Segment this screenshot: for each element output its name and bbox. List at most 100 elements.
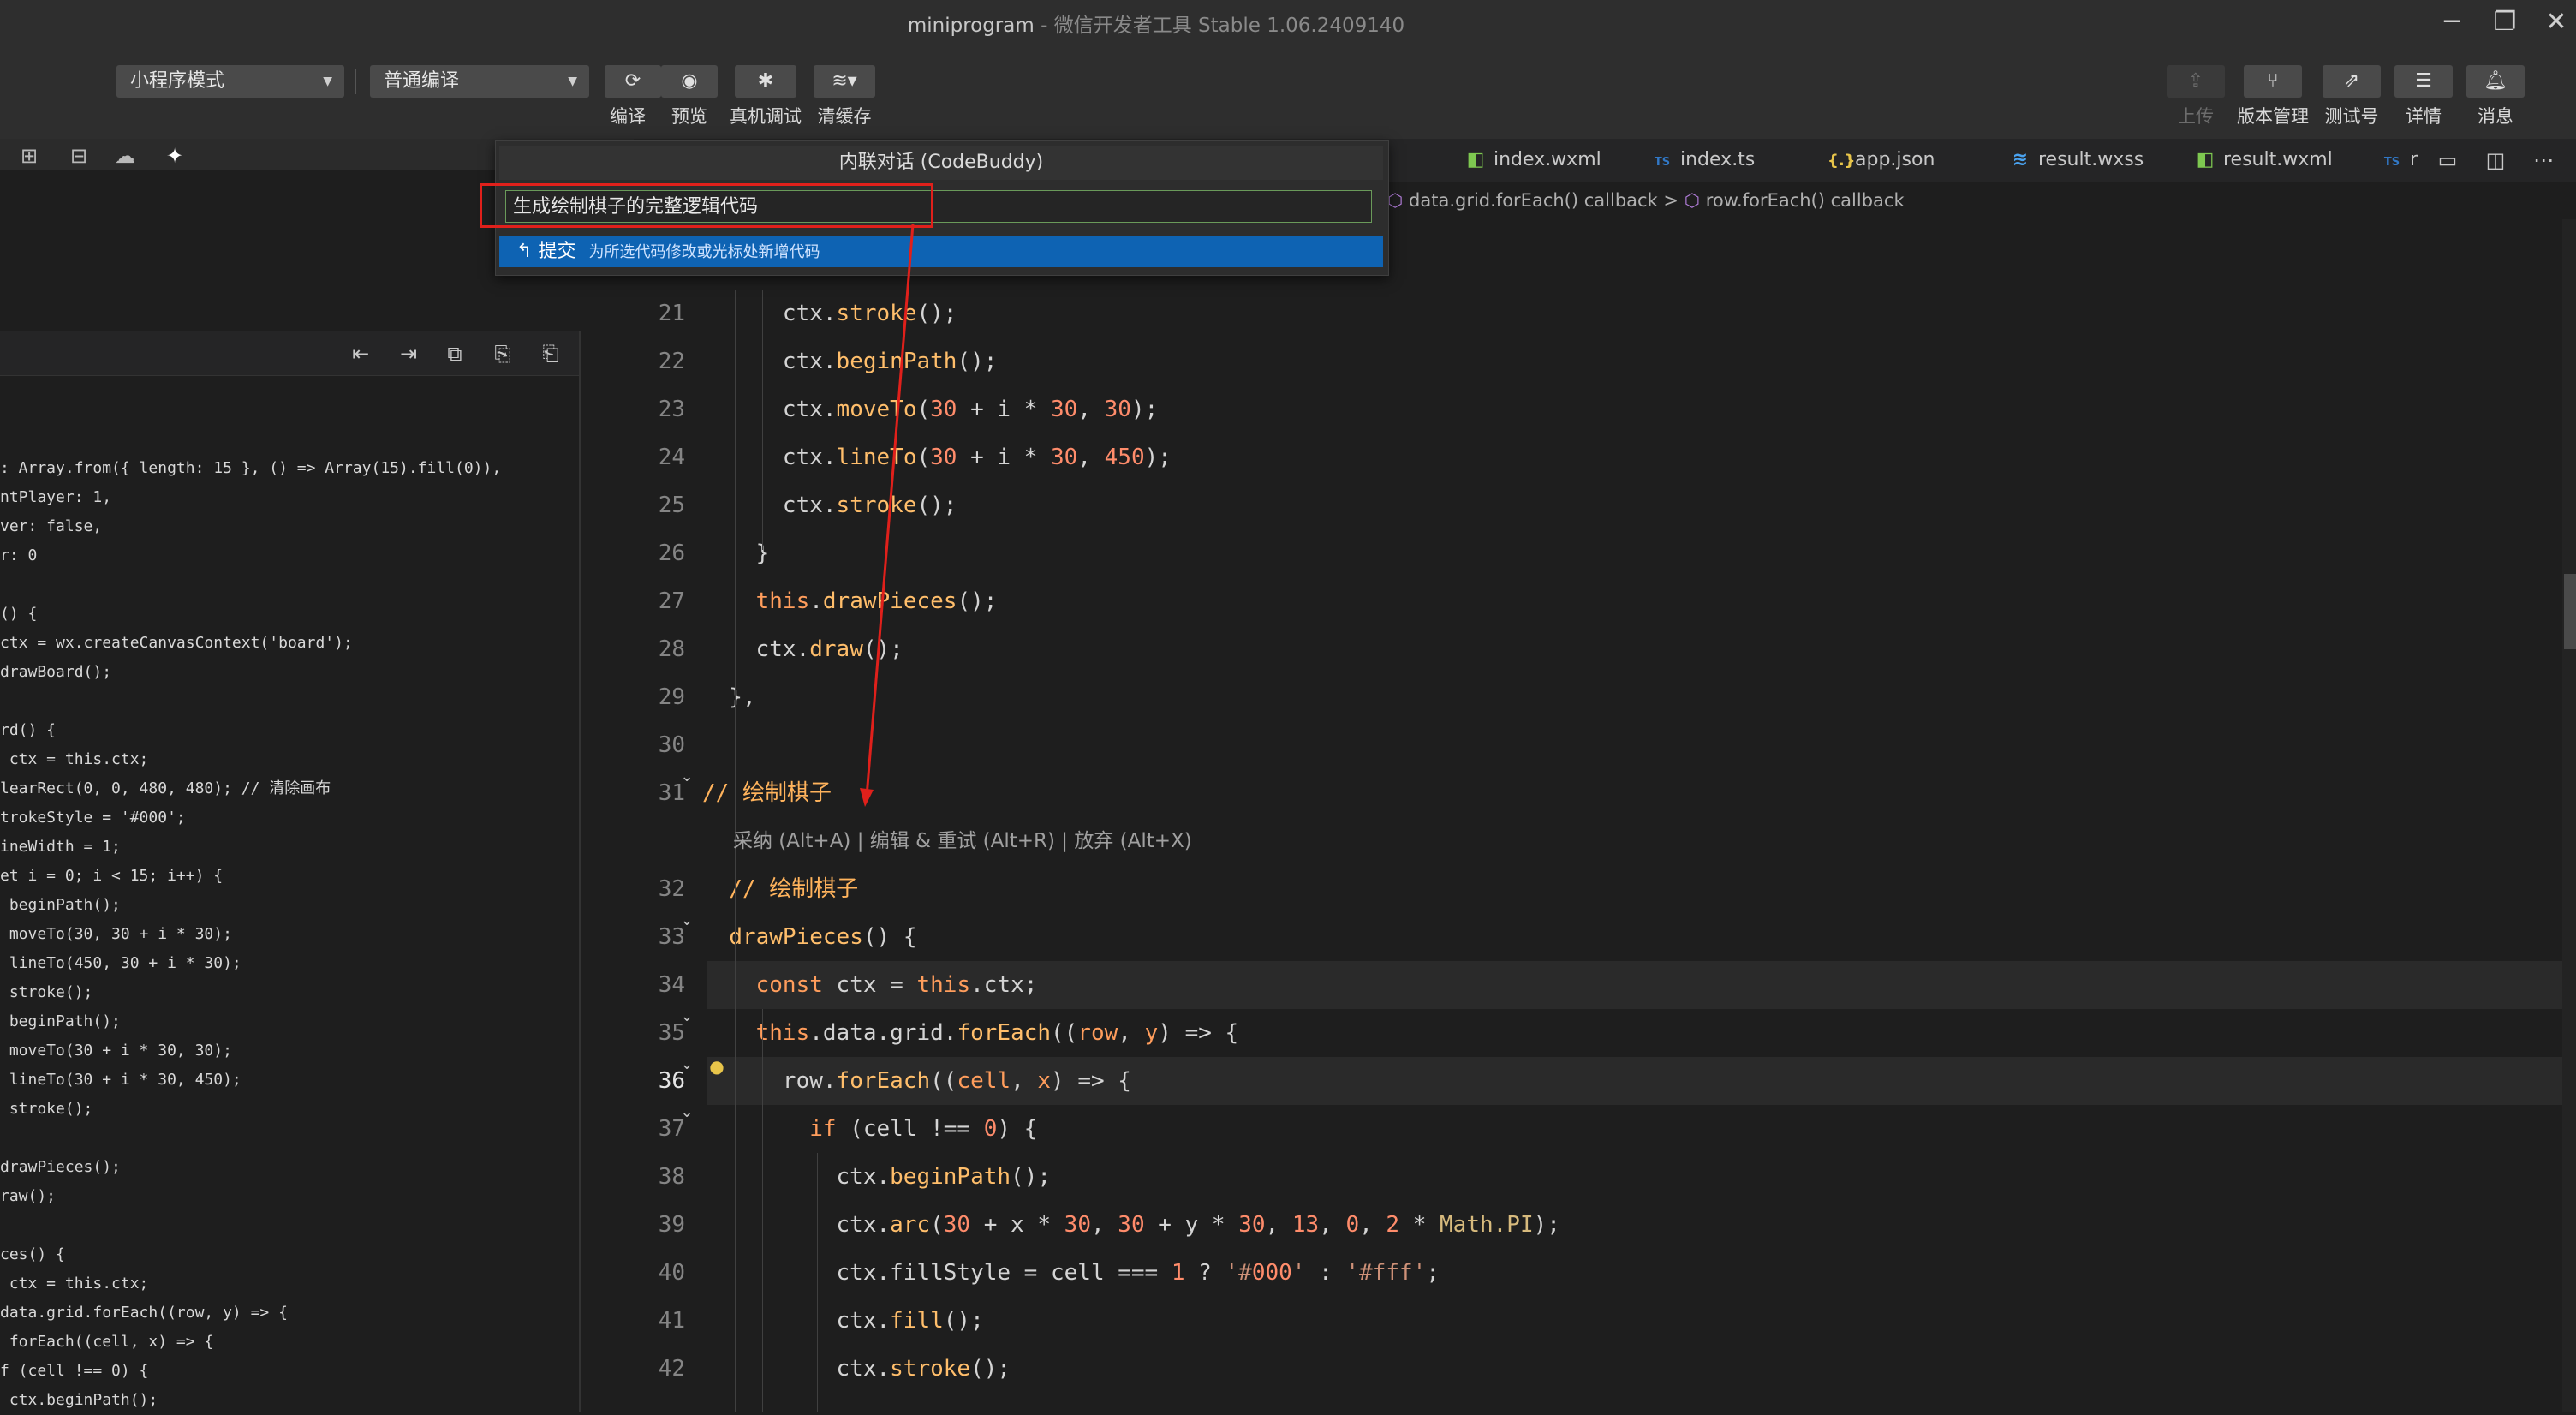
code-line[interactable]: this.drawPieces();: [702, 577, 998, 625]
code-line[interactable]: }: [702, 529, 770, 577]
code-line[interactable]: ctx.draw();: [702, 625, 903, 673]
more-icon[interactable]: ⋯: [2528, 146, 2559, 175]
messages-button[interactable]: 🔔︎: [2466, 65, 2525, 98]
save-icon[interactable]: ⊟: [65, 144, 92, 168]
fold-chevron-icon[interactable]: ⌄: [677, 1103, 697, 1121]
compile-button[interactable]: ⟳: [605, 65, 661, 98]
code-line[interactable]: ctx.arc(30 + x * 30, 30 + y * 30, 13, 0,…: [702, 1201, 1560, 1249]
scrollbar-thumb[interactable]: [2564, 574, 2576, 649]
insert-file-icon[interactable]: ⎘: [488, 341, 517, 367]
details-label: 详情: [2406, 106, 2442, 127]
branch-icon: ⑂: [2267, 70, 2279, 92]
code-line[interactable]: ctx.lineTo(30 + i * 30, 450);: [702, 433, 1172, 481]
tab-index-ts[interactable]: TS index.ts: [1653, 139, 1755, 182]
tab-result-wxss[interactable]: ≋ result.wxss: [2011, 139, 2144, 182]
code-line[interactable]: ctx.fillStyle = cell === 1 ? '#000' : '#…: [702, 1249, 1440, 1297]
mode-select[interactable]: 小程序模式 ▼: [116, 65, 344, 98]
ts-file-icon: TS: [2383, 156, 2400, 169]
breadcrumb-item[interactable]: data.grid.forEach() callback: [1409, 190, 1658, 211]
fold-chevron-icon[interactable]: ⌄: [677, 911, 697, 929]
mascot-icon[interactable]: ☁: [111, 144, 139, 168]
preview-code-line: forEach((cell, x) => {: [0, 1333, 214, 1351]
upload-button[interactable]: ⇪: [2167, 65, 2225, 98]
dialog-title: 内联对话 (CodeBuddy): [499, 146, 1383, 180]
code-line[interactable]: ctx.beginPath();: [702, 337, 998, 385]
test-label: 测试号: [2324, 106, 2379, 127]
code-line[interactable]: row.forEach((cell, x) => {: [702, 1057, 1131, 1105]
preview-code-line: et i = 0; i < 15; i++) {: [0, 867, 224, 885]
code-line[interactable]: // 绘制棋子: [702, 865, 858, 913]
split-editor-icon[interactable]: ◫: [2480, 146, 2511, 175]
copy-icon[interactable]: ⧉: [440, 341, 469, 367]
tab-app-json[interactable]: {.}app.json: [1828, 139, 1935, 182]
code-line[interactable]: if (cell !== 0) {: [702, 1105, 1037, 1153]
close-icon[interactable]: ✕: [2535, 5, 2576, 39]
code-line[interactable]: ctx.beginPath();: [702, 1153, 1051, 1201]
minimize-icon[interactable]: ─: [2430, 5, 2473, 39]
code-line[interactable]: ctx.stroke();: [702, 290, 957, 337]
code-line[interactable]: ctx.fill();: [702, 1297, 984, 1345]
version-button[interactable]: ⑂: [2244, 65, 2302, 98]
line-number: 42: [658, 1356, 685, 1382]
preview-code-line: drawBoard();: [0, 663, 112, 681]
line-number: 34: [658, 972, 685, 998]
code-line[interactable]: // 绘制棋子: [702, 769, 832, 817]
line-number: 23: [658, 397, 685, 422]
code-line[interactable]: ctx.stroke();: [702, 481, 957, 529]
apply-file-icon[interactable]: ⎗: [536, 341, 565, 367]
preview-button[interactable]: ◉: [661, 65, 718, 98]
tab-result-wxml[interactable]: ◧ result.wxml: [2196, 139, 2333, 182]
wxml-file-icon: ◧: [1466, 149, 1485, 170]
vertical-scrollbar[interactable]: [2562, 219, 2576, 1412]
submit-hint: 为所选代码修改或光标处新增代码: [588, 243, 820, 261]
line-number: 28: [658, 636, 685, 662]
expand-icon[interactable]: ⇥: [394, 341, 423, 367]
clear-cache-label: 清缓存: [817, 106, 872, 127]
preview-code-line: trokeStyle = '#000';: [0, 809, 186, 827]
compile-mode-select[interactable]: 普通编译 ▼: [370, 65, 589, 98]
layers-icon: ≋▾: [832, 70, 857, 92]
code-line[interactable]: const ctx = this.ctx;: [702, 961, 1038, 1009]
code-line[interactable]: ctx.stroke();: [702, 1345, 1011, 1393]
test-account-button[interactable]: ⇗: [2323, 65, 2381, 98]
grid-icon[interactable]: ⊞: [15, 144, 43, 168]
fold-chevron-icon[interactable]: ⌄: [677, 1007, 697, 1025]
line-number: 29: [658, 684, 685, 710]
submit-button[interactable]: ↰ 提交 为所选代码修改或光标处新增代码: [499, 236, 1383, 267]
preview-label: 预览: [671, 106, 707, 127]
restore-icon[interactable]: ❐: [2484, 5, 2526, 39]
codelens-actions[interactable]: 采纳 (Alt+A) | 编辑 & 重试 (Alt+R) | 放弃 (Alt+X…: [733, 824, 1192, 858]
bell-icon: 🔔︎: [2484, 70, 2507, 92]
preview-code-line: ctx.beginPath();: [0, 1391, 158, 1409]
line-number: 39: [658, 1212, 685, 1238]
line-number: 35: [658, 1020, 685, 1046]
clear-cache-button[interactable]: ≋▾: [814, 65, 875, 98]
chevron-down-icon: ▼: [323, 75, 332, 88]
chat-icon[interactable]: ▭: [2432, 146, 2463, 175]
tab-index-wxml[interactable]: ◧ index.wxml: [1466, 139, 1601, 182]
tab-label: result.wxss: [2038, 149, 2144, 170]
breadcrumb-separator: >: [1663, 190, 1679, 211]
preview-code-line: data.grid.forEach((row, y) => {: [0, 1304, 288, 1322]
breadcrumb-item[interactable]: row.forEach() callback: [1706, 190, 1905, 211]
collapse-icon[interactable]: ⇤: [346, 341, 375, 367]
tab-label: index.ts: [1680, 149, 1756, 170]
preview-code-line: ctx = wx.createCanvasContext('board');: [0, 634, 353, 652]
details-button[interactable]: ☰: [2394, 65, 2453, 98]
lightbulb-icon[interactable]: ●: [707, 1055, 726, 1078]
remote-debug-button[interactable]: ✱: [735, 65, 796, 98]
preview-code-line: ntPlayer: 1,: [0, 488, 112, 506]
tab-r[interactable]: TS r: [2382, 139, 2418, 182]
toolbar-divider: [355, 69, 356, 94]
preview-code-line: drawPieces();: [0, 1158, 121, 1176]
line-number: 26: [658, 540, 685, 566]
indent-guide: [735, 290, 736, 983]
fold-chevron-icon[interactable]: ⌄: [677, 1055, 697, 1073]
codebuddy-icon[interactable]: ✦: [161, 144, 188, 168]
code-line[interactable]: ctx.moveTo(30 + i * 30, 30);: [702, 385, 1158, 433]
code-line[interactable]: this.data.grid.forEach((row, y) => {: [702, 1009, 1239, 1057]
wxml-file-icon: ◧: [2196, 149, 2215, 170]
panel-splitter[interactable]: [579, 331, 581, 1412]
code-line[interactable]: },: [702, 673, 755, 721]
fold-chevron-icon[interactable]: ⌄: [677, 767, 697, 785]
